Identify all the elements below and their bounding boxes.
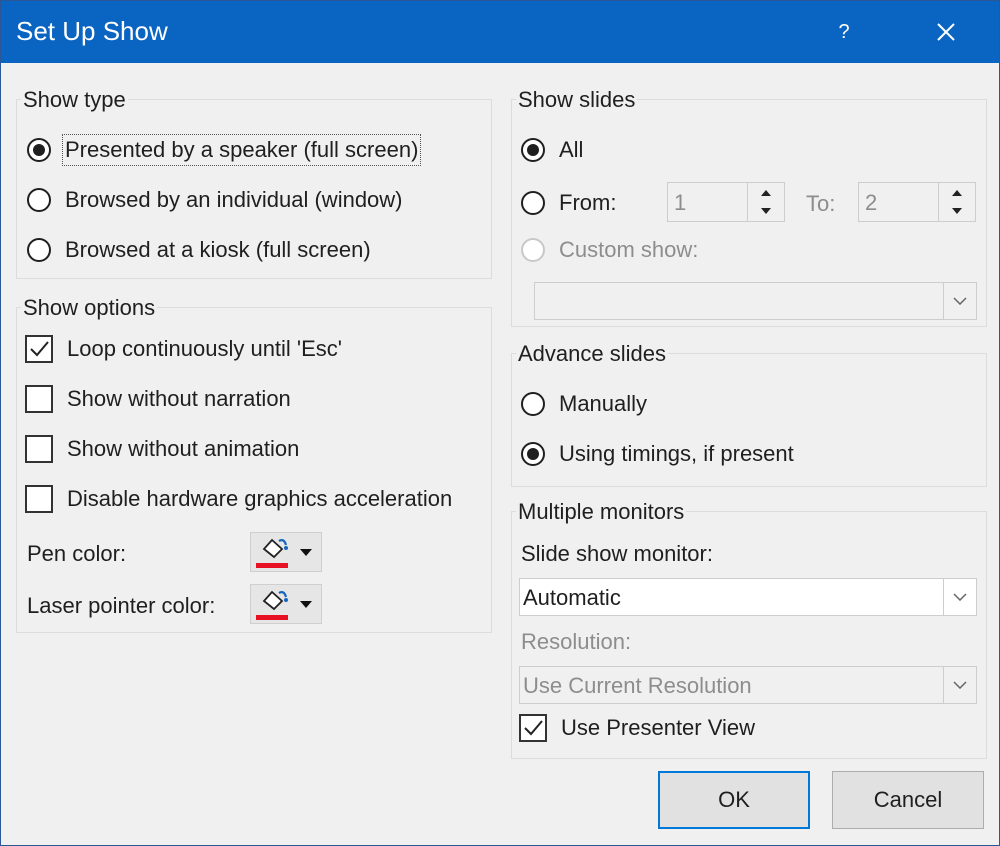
resolution-value: Use Current Resolution <box>523 673 752 698</box>
checkbox-label: Show without narration <box>67 386 291 411</box>
show-slides-title: Show slides <box>516 87 638 113</box>
slide-show-monitor-label: Slide show monitor: <box>521 541 713 566</box>
paint-bucket-icon <box>262 538 288 559</box>
radio-label: Custom show: <box>559 237 699 262</box>
radio-button[interactable] <box>521 238 545 262</box>
radio-label: From: <box>559 190 617 215</box>
chevron-down-icon <box>953 593 967 601</box>
radio-presented-by-speaker[interactable]: Presented by a speaker (full screen) <box>27 134 422 166</box>
checkbox-without-narration[interactable]: Show without narration <box>25 385 291 413</box>
checkmark-icon <box>524 720 543 736</box>
radio-button[interactable] <box>521 442 545 466</box>
to-spinner[interactable]: 2 <box>858 182 976 222</box>
radio-label: All <box>559 137 584 162</box>
checkbox[interactable] <box>25 435 53 463</box>
dropdown-button[interactable] <box>943 579 976 615</box>
close-button[interactable] <box>915 1 977 63</box>
dropdown-arrow-icon <box>300 549 312 556</box>
pen-color-label: Pen color: <box>27 541 127 566</box>
from-spinner[interactable]: 1 <box>667 182 785 222</box>
checkbox-loop-continuously[interactable]: Loop continuously until 'Esc' <box>25 335 342 363</box>
spinner-arrows <box>747 183 784 221</box>
custom-show-dropdown[interactable] <box>534 282 977 320</box>
help-icon: ? <box>838 20 850 43</box>
dropdown-button[interactable] <box>943 283 976 319</box>
ok-button[interactable]: OK <box>658 771 810 829</box>
down-arrow-icon <box>761 208 771 214</box>
dropdown-button[interactable] <box>943 667 976 703</box>
spin-up-button[interactable] <box>748 183 784 202</box>
radio-button[interactable] <box>27 238 51 262</box>
paint-bucket-icon <box>262 590 288 611</box>
spin-down-button[interactable] <box>939 202 975 221</box>
laser-color-button[interactable] <box>250 584 322 624</box>
checkbox-label: Use Presenter View <box>561 715 756 740</box>
radio-button[interactable] <box>521 392 545 416</box>
dialog-title: Set Up Show <box>16 16 168 46</box>
radio-button[interactable] <box>27 138 51 162</box>
laser-color-label: Laser pointer color: <box>27 593 216 618</box>
checkbox[interactable] <box>519 714 547 742</box>
radio-manually[interactable]: Manually <box>521 391 647 417</box>
dropdown-arrow-icon <box>300 601 312 608</box>
to-label: To: <box>806 191 836 216</box>
radio-label: Browsed by an individual (window) <box>65 187 403 212</box>
slide-show-monitor-value: Automatic <box>523 585 621 610</box>
up-arrow-icon <box>761 190 771 196</box>
checkmark-icon <box>30 341 49 357</box>
radio-from[interactable]: From: <box>521 190 616 216</box>
up-arrow-icon <box>952 190 962 196</box>
set-up-show-dialog: Set Up Show ? Show type Presented by a s… <box>0 0 1000 846</box>
show-options-title: Show options <box>21 295 158 321</box>
radio-all-slides[interactable]: All <box>521 137 583 163</box>
radio-browsed-at-kiosk[interactable]: Browsed at a kiosk (full screen) <box>27 237 371 263</box>
multiple-monitors-title: Multiple monitors <box>516 499 687 525</box>
spin-down-button[interactable] <box>748 202 784 221</box>
title-bar: Set Up Show ? <box>1 1 999 63</box>
radio-button[interactable] <box>521 191 545 215</box>
from-value: 1 <box>674 190 687 215</box>
show-type-title: Show type <box>21 87 128 113</box>
close-icon <box>937 23 955 41</box>
checkbox-label: Disable hardware graphics acceleration <box>67 486 453 511</box>
checkbox-label: Show without animation <box>67 436 300 461</box>
radio-custom-show[interactable]: Custom show: <box>521 237 698 263</box>
pen-color-button[interactable] <box>250 532 322 572</box>
chevron-down-icon <box>953 297 967 305</box>
spinner-arrows <box>938 183 975 221</box>
resolution-dropdown[interactable]: Use Current Resolution <box>519 666 977 704</box>
radio-label: Manually <box>559 391 648 416</box>
checkbox-without-animation[interactable]: Show without animation <box>25 435 299 463</box>
radio-browsed-by-individual[interactable]: Browsed by an individual (window) <box>27 187 403 213</box>
spin-up-button[interactable] <box>939 183 975 202</box>
cancel-button[interactable]: Cancel <box>832 771 984 829</box>
pen-color-swatch <box>256 563 288 568</box>
checkbox[interactable] <box>25 335 53 363</box>
radio-button[interactable] <box>521 138 545 162</box>
chevron-down-icon <box>953 681 967 689</box>
laser-color-swatch <box>256 615 288 620</box>
checkbox-disable-hw-acceleration[interactable]: Disable hardware graphics acceleration <box>25 485 452 513</box>
help-button[interactable]: ? <box>813 1 875 63</box>
checkbox-use-presenter-view[interactable]: Use Presenter View <box>519 714 755 742</box>
advance-slides-title: Advance slides <box>516 341 668 367</box>
radio-button[interactable] <box>27 188 51 212</box>
radio-label: Presented by a speaker (full screen) <box>61 134 422 166</box>
radio-label: Using timings, if present <box>559 441 794 466</box>
slide-show-monitor-dropdown[interactable]: Automatic <box>519 578 977 616</box>
radio-using-timings[interactable]: Using timings, if present <box>521 441 794 467</box>
checkbox-label: Loop continuously until 'Esc' <box>67 336 343 361</box>
resolution-label: Resolution: <box>521 629 632 654</box>
to-value: 2 <box>865 190 878 215</box>
radio-label: Browsed at a kiosk (full screen) <box>65 237 371 262</box>
down-arrow-icon <box>952 208 962 214</box>
checkbox[interactable] <box>25 385 53 413</box>
checkbox[interactable] <box>25 485 53 513</box>
